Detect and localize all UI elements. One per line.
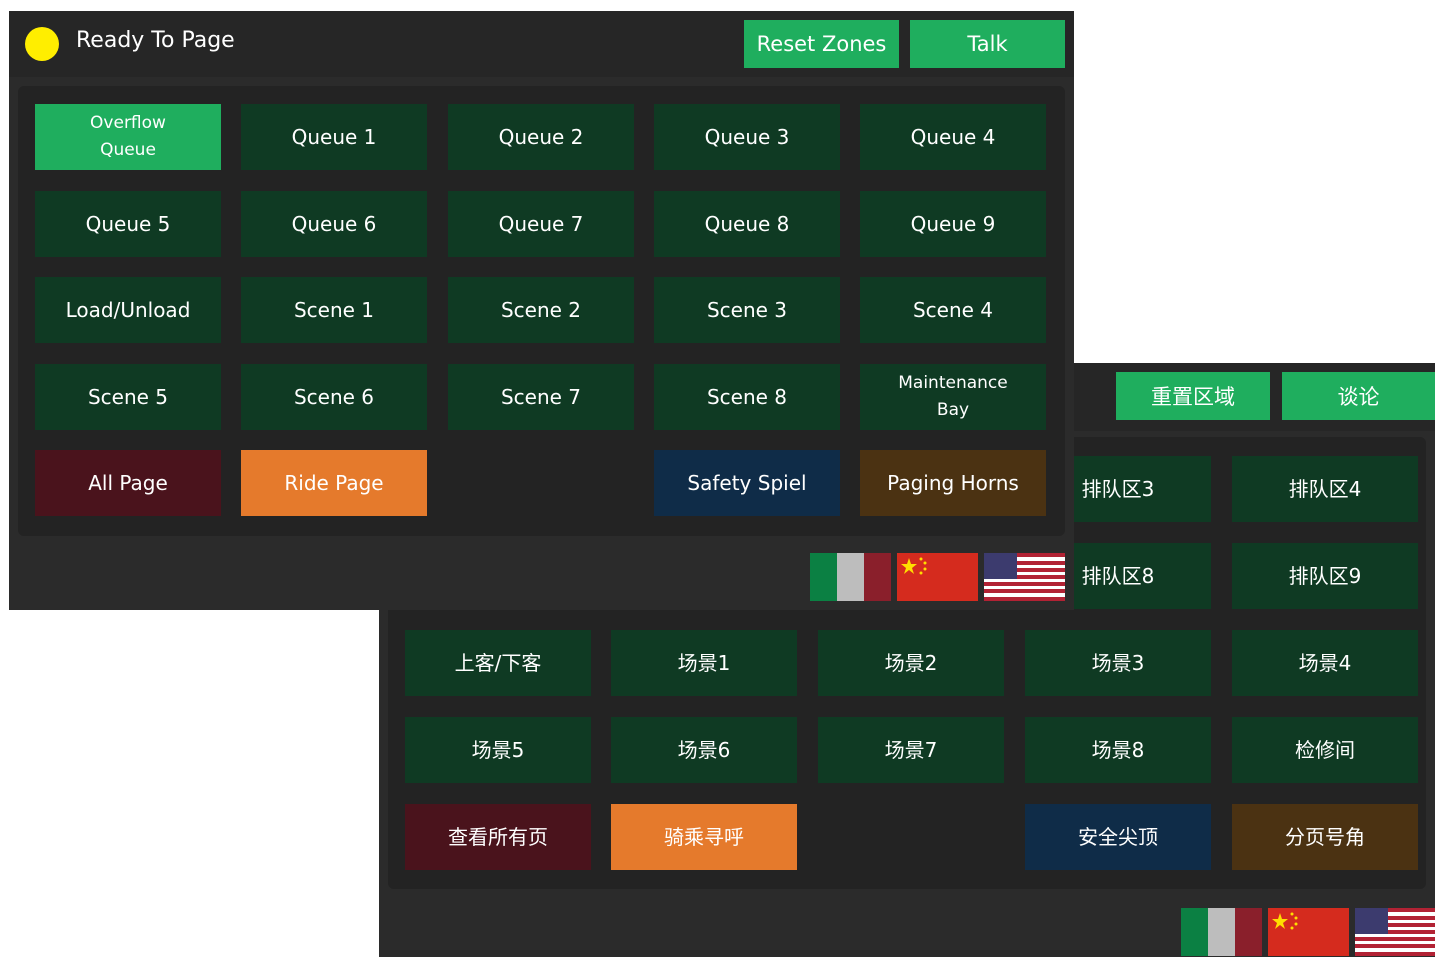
zone-button-maintenance-bay[interactable]: Maintenance Bay — [860, 364, 1046, 430]
zone-button-scene-8-cn[interactable]: 场景8 — [1025, 717, 1211, 783]
zone-button-queue-3[interactable]: Queue 3 — [654, 104, 840, 170]
zone-button-queue-9[interactable]: Queue 9 — [860, 191, 1046, 257]
paging-horns-button[interactable]: Paging Horns — [860, 450, 1046, 516]
zone-button-scene-3-cn[interactable]: 场景3 — [1025, 630, 1211, 696]
zone-button-queue-6[interactable]: Queue 6 — [241, 191, 427, 257]
talk-button[interactable]: Talk — [910, 20, 1065, 68]
zone-button-queue-2[interactable]: Queue 2 — [448, 104, 634, 170]
reset-zones-button-cn[interactable]: 重置区域 — [1116, 372, 1270, 420]
reset-zones-button[interactable]: Reset Zones — [744, 20, 899, 68]
zone-button-maintenance-bay-cn[interactable]: 检修间 — [1232, 717, 1418, 783]
talk-button-cn[interactable]: 谈论 — [1282, 372, 1435, 420]
safety-spiel-button[interactable]: Safety Spiel — [654, 450, 840, 516]
zone-button-scene-2-cn[interactable]: 场景2 — [818, 630, 1004, 696]
status-text: Ready To Page — [76, 28, 235, 53]
english-panel: Ready To Page Reset Zones Talk Overflow … — [9, 11, 1074, 610]
zone-button-scene-7-cn[interactable]: 场景7 — [818, 717, 1004, 783]
zone-button-scene-2[interactable]: Scene 2 — [448, 277, 634, 343]
ride-page-button[interactable]: Ride Page — [241, 450, 427, 516]
zone-button-scene-1[interactable]: Scene 1 — [241, 277, 427, 343]
status-indicator-icon — [25, 27, 59, 61]
zone-button-queue-5[interactable]: Queue 5 — [35, 191, 221, 257]
usa-flag-icon[interactable] — [984, 553, 1065, 601]
zone-button-scene-1-cn[interactable]: 场景1 — [611, 630, 797, 696]
paging-horns-button-cn[interactable]: 分页号角 — [1232, 804, 1418, 870]
usa-flag-icon[interactable] — [1355, 908, 1435, 956]
zone-button-scene-5-cn[interactable]: 场景5 — [405, 717, 591, 783]
italy-flag-icon[interactable] — [1181, 908, 1262, 956]
zone-button-load-unload-cn[interactable]: 上客/下客 — [405, 630, 591, 696]
zone-button-scene-3[interactable]: Scene 3 — [654, 277, 840, 343]
zone-button-scene-7[interactable]: Scene 7 — [448, 364, 634, 430]
ride-page-button-cn[interactable]: 骑乘寻呼 — [611, 804, 797, 870]
china-flag-icon[interactable] — [897, 553, 978, 601]
all-page-button[interactable]: All Page — [35, 450, 221, 516]
zone-button-queue-8[interactable]: Queue 8 — [654, 191, 840, 257]
safety-spiel-button-cn[interactable]: 安全尖顶 — [1025, 804, 1211, 870]
zone-button-scene-5[interactable]: Scene 5 — [35, 364, 221, 430]
zone-button-scene-4[interactable]: Scene 4 — [860, 277, 1046, 343]
italy-flag-icon[interactable] — [810, 553, 891, 601]
zone-button-queue-4-cn[interactable]: 排队区4 — [1232, 456, 1418, 522]
zone-button-scene-6[interactable]: Scene 6 — [241, 364, 427, 430]
zone-button-queue-4[interactable]: Queue 4 — [860, 104, 1046, 170]
zone-button-queue-9-cn[interactable]: 排队区9 — [1232, 543, 1418, 609]
zone-button-load-unload[interactable]: Load/Unload — [35, 277, 221, 343]
zone-button-queue-1[interactable]: Queue 1 — [241, 104, 427, 170]
zone-button-scene-4-cn[interactable]: 场景4 — [1232, 630, 1418, 696]
zone-button-queue-7[interactable]: Queue 7 — [448, 191, 634, 257]
zone-button-overflow-queue[interactable]: Overflow Queue — [35, 104, 221, 170]
china-flag-icon[interactable] — [1268, 908, 1349, 956]
all-page-button-cn[interactable]: 查看所有页 — [405, 804, 591, 870]
zone-button-scene-8[interactable]: Scene 8 — [654, 364, 840, 430]
zone-button-scene-6-cn[interactable]: 场景6 — [611, 717, 797, 783]
